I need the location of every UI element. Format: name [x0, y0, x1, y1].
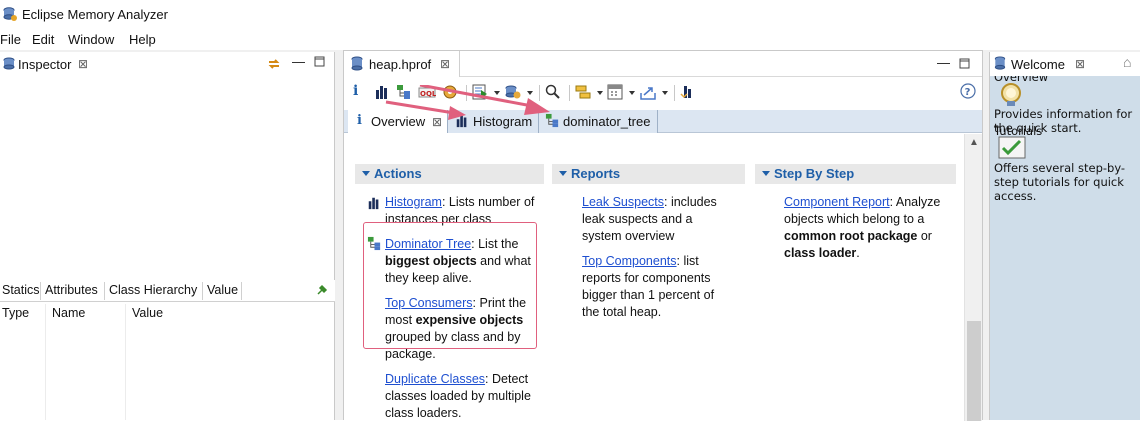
section-step-by-step-header[interactable]: Step By Step	[755, 164, 956, 184]
tab-attributes[interactable]: Attributes	[43, 283, 100, 297]
component-report-emphasis-1: common root package	[784, 229, 918, 243]
export-dropdown-icon[interactable]	[662, 91, 668, 95]
calculate-dropdown-icon[interactable]	[629, 91, 635, 95]
overview-icon[interactable]	[998, 82, 1024, 108]
inspector-subtabs: Statics Attributes Class Hierarchy Value	[0, 280, 335, 302]
annotation-arrowhead	[448, 106, 466, 120]
scrollbar-thumb[interactable]	[967, 321, 981, 421]
action-duplicate-classes: Duplicate Classes: Detect classes loaded…	[385, 371, 540, 421]
menu-file[interactable]: File	[0, 32, 21, 47]
svg-text:?: ?	[965, 87, 971, 98]
section-reports-header[interactable]: Reports	[552, 164, 745, 184]
column-header-type[interactable]: Type	[2, 306, 29, 320]
group-result-dropdown-icon[interactable]	[597, 91, 603, 95]
menu-edit[interactable]: Edit	[32, 32, 54, 47]
leak-suspects-link[interactable]: Leak Suspects	[582, 195, 664, 209]
calculate-retained-size-icon[interactable]	[607, 84, 625, 102]
collapse-triangle-icon	[762, 171, 770, 176]
tab-separator	[104, 282, 105, 300]
scroll-up-icon[interactable]: ▲	[969, 137, 979, 148]
annotation-arrowhead	[524, 98, 550, 115]
pin-icon[interactable]	[316, 284, 328, 296]
report-top-components: Top Components: list reports for compone…	[582, 253, 732, 321]
section-reports-title: Reports	[571, 166, 621, 181]
duplicate-classes-link[interactable]: Duplicate Classes	[385, 372, 485, 386]
title-bar: Eclipse Memory Analyzer	[0, 0, 1140, 30]
component-report-description-end: .	[856, 246, 860, 260]
component-report-emphasis-2: class loader	[784, 246, 857, 260]
section-step-by-step-title: Step By Step	[774, 166, 855, 181]
welcome-icon	[993, 56, 1007, 71]
home-icon[interactable]: ⌂	[1123, 54, 1131, 70]
window-title: Eclipse Memory Analyzer	[22, 7, 168, 22]
histogram-icon	[367, 196, 381, 210]
minimize-icon[interactable]: —	[937, 55, 950, 70]
column-header-name[interactable]: Name	[52, 306, 85, 320]
group-result-icon[interactable]	[575, 84, 593, 102]
link-with-editor-icon[interactable]	[266, 56, 282, 72]
welcome-body: Overview Provides information for the qu…	[990, 76, 1140, 420]
tab-separator	[40, 282, 41, 300]
tab-class-hierarchy[interactable]: Class Hierarchy	[107, 283, 199, 297]
editor-tab-label: heap.hprof	[369, 57, 432, 72]
column-header-value[interactable]: Value	[132, 306, 163, 320]
minimize-icon[interactable]: —	[292, 54, 305, 69]
tab-dominator-tree-label: dominator_tree	[563, 114, 651, 129]
close-icon[interactable]: ⊠	[78, 57, 88, 71]
report-leak-suspects: Leak Suspects: includes leak suspects an…	[582, 194, 732, 245]
menu-help[interactable]: Help	[129, 32, 156, 47]
tutorials-icon[interactable]	[998, 136, 1026, 160]
collapse-triangle-icon	[362, 171, 370, 176]
step-component-report: Component Report: Analyze objects which …	[784, 194, 946, 262]
maximize-icon[interactable]	[314, 56, 325, 67]
help-icon[interactable]: ?	[960, 83, 978, 101]
column-divider	[125, 304, 126, 420]
menu-window[interactable]: Window	[68, 32, 114, 47]
tab-separator	[241, 282, 242, 300]
inspector-view: Inspector ⊠ — Statics Attributes Class H…	[0, 52, 335, 420]
section-actions-header[interactable]: Actions	[355, 164, 544, 184]
inspector-tab[interactable]: Inspector	[18, 57, 71, 72]
heap-file-icon	[350, 56, 364, 72]
inspector-tab-row: Inspector ⊠ —	[0, 52, 334, 76]
annotation-arrows	[385, 85, 550, 120]
annotation-highlight-box	[363, 222, 537, 349]
tutorials-description: Offers several step-by-step tutorials fo…	[994, 161, 1126, 203]
top-components-link[interactable]: Top Components	[582, 254, 677, 268]
pin-result-icon[interactable]	[680, 84, 698, 102]
histogram-link[interactable]: Histogram	[385, 195, 442, 209]
tab-statics[interactable]: Statics	[0, 283, 42, 297]
toolbar-separator	[674, 85, 675, 101]
editor-tab-bar: heap.hprof ⊠ —	[344, 51, 982, 77]
maximize-icon[interactable]	[959, 58, 970, 69]
column-divider	[45, 304, 46, 420]
welcome-tab[interactable]: Welcome	[1011, 57, 1065, 72]
close-icon[interactable]: ⊠	[1075, 57, 1085, 71]
editor-tab-heap[interactable]: heap.hprof ⊠	[344, 51, 460, 77]
inspector-icon	[2, 57, 16, 71]
mat-app-icon	[2, 6, 18, 22]
tab-separator	[202, 282, 203, 300]
component-report-description-mid: or	[917, 229, 932, 243]
collapse-triangle-icon	[559, 171, 567, 176]
menu-bar: File Edit Window Help	[0, 30, 1140, 50]
close-icon[interactable]: ⊠	[440, 57, 450, 71]
toolbar-separator	[569, 85, 570, 101]
tab-value[interactable]: Value	[205, 283, 240, 297]
export-icon[interactable]	[640, 84, 658, 102]
component-report-link[interactable]: Component Report	[784, 195, 890, 209]
info-icon: i	[357, 113, 362, 128]
vertical-scrollbar[interactable]: ▲	[964, 134, 982, 421]
section-actions-title: Actions	[374, 166, 422, 181]
welcome-view: Welcome ⊠ ⌂ Overview Provides informatio…	[989, 52, 1140, 420]
overview-content: Actions Histogram: Lists number of insta…	[344, 134, 964, 421]
info-icon[interactable]: i	[353, 83, 371, 101]
